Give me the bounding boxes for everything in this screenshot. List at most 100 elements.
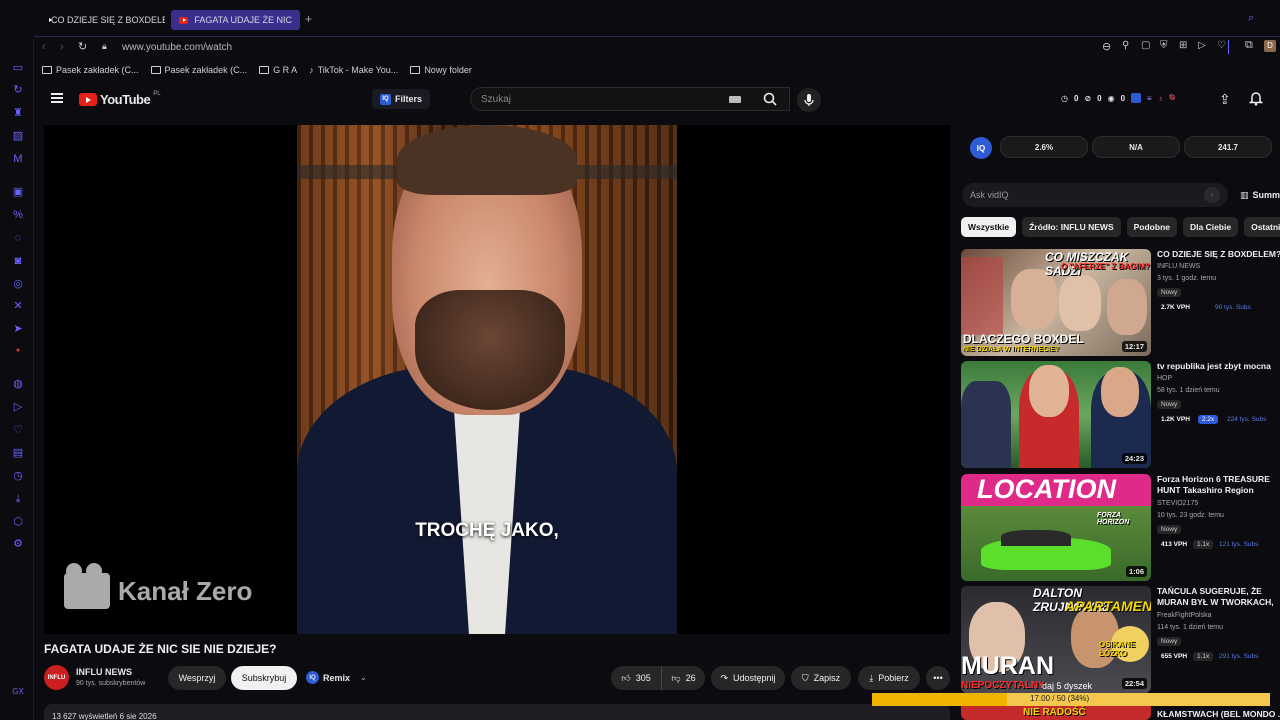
vidiq-logo[interactable]: IQ bbox=[970, 137, 992, 159]
list-icon[interactable]: ≡ bbox=[1147, 94, 1152, 103]
mail-icon[interactable]: M bbox=[12, 153, 24, 165]
chip-recent[interactable]: Ostatnio bbox=[1244, 217, 1280, 237]
keyboard-icon[interactable] bbox=[729, 96, 741, 103]
image-icon[interactable]: ▨ bbox=[12, 130, 24, 142]
send-arrow-icon[interactable]: › bbox=[1204, 187, 1220, 203]
channel-name[interactable]: INFLU NEWS bbox=[76, 667, 132, 677]
support-label: Wesprzyj bbox=[178, 673, 216, 683]
dislike-button[interactable]: 👎︎ 26 bbox=[661, 666, 705, 690]
player-icon[interactable]: ▷ bbox=[12, 401, 24, 413]
recommendation-item[interactable]: DALTON ZRUJNOWAŁ APARTAMENT? OSIKANE ŁÓŻ… bbox=[961, 586, 1280, 693]
telegram-icon[interactable]: ➤ bbox=[12, 323, 24, 335]
remix-button[interactable]: IQ Remix ⌄ bbox=[306, 671, 367, 684]
aria-icon[interactable]: ♜ bbox=[12, 107, 24, 119]
bookmark-item[interactable]: Nowy folder bbox=[410, 65, 472, 75]
support-button[interactable]: Wesprzyj bbox=[168, 666, 226, 690]
video-thumbnail[interactable]: CO MISZCZAK SADZI O "AFERZE" Z BAGIM? DL… bbox=[961, 249, 1151, 356]
tab-1[interactable]: CO DZIEJE SIĘ Z BOXDELEM bbox=[37, 10, 165, 30]
download-sidebar-icon[interactable]: ⤓ bbox=[12, 493, 24, 505]
shield-icon[interactable]: ⛨ bbox=[1160, 40, 1168, 51]
channel-avatar[interactable]: INFLU bbox=[44, 665, 69, 690]
chip-similar[interactable]: Podobne bbox=[1126, 217, 1177, 237]
rec-title[interactable]: KŁAMSTWACH (BEL MONDO ... bbox=[1157, 709, 1280, 720]
back-icon[interactable]: ‹ bbox=[42, 41, 46, 53]
extensions-puzzle-icon[interactable]: ⧉ bbox=[1245, 39, 1253, 52]
notifications-bell-icon[interactable] bbox=[1248, 90, 1264, 111]
subscribe-button[interactable]: Subskrybuj bbox=[231, 666, 297, 690]
youtube-sidebar-icon[interactable]: ● bbox=[12, 345, 24, 357]
alert-icon[interactable]: ♁ bbox=[1158, 94, 1164, 103]
summary-button[interactable]: ▥ Summ bbox=[1240, 183, 1280, 207]
pin-icon[interactable]: ⚲ bbox=[1122, 40, 1129, 51]
chip-for-you[interactable]: Dla Ciebie bbox=[1182, 217, 1239, 237]
snapshot-icon[interactable]: ▢ bbox=[1141, 40, 1150, 51]
description-box[interactable]: 13 627 wyświetleń 6 sie 2026 bbox=[44, 704, 950, 720]
voice-search-button[interactable] bbox=[797, 88, 821, 112]
twitch-icon[interactable]: ▣ bbox=[12, 186, 24, 198]
recommendation-item[interactable]: LOCATION FORZA HORIZON 1:06 Forza Horizo… bbox=[961, 474, 1280, 581]
video-thumbnail[interactable]: LOCATION FORZA HORIZON 1:06 bbox=[961, 474, 1151, 581]
rec-title[interactable]: tv republika jest zbyt mocna bbox=[1157, 361, 1280, 372]
menu-hamburger-icon[interactable] bbox=[51, 93, 63, 103]
history-icon[interactable]: ◷ bbox=[12, 470, 24, 482]
my-flow-heart-icon[interactable]: ♡ bbox=[1217, 40, 1226, 51]
bookmark-item[interactable]: Pasek zakładek (C... bbox=[42, 65, 139, 75]
forward-icon[interactable]: › bbox=[60, 41, 64, 53]
share-button[interactable]: ↷ Udostępnij bbox=[711, 666, 785, 690]
rec-channel[interactable]: HOP bbox=[1157, 375, 1172, 382]
rec-channel[interactable]: FreakFightPolska bbox=[1157, 612, 1211, 619]
download-button[interactable]: ⤓ Pobierz bbox=[858, 666, 920, 690]
extensions-sidebar-icon[interactable]: ⬡ bbox=[12, 516, 24, 528]
more-actions-button[interactable]: ••• bbox=[926, 666, 950, 690]
rec-title[interactable]: Forza Horizon 6 TREASURE HUNT Takashiro … bbox=[1157, 474, 1280, 496]
messages-icon[interactable]: ▭ bbox=[12, 62, 24, 74]
rec-title[interactable]: CO DZIEJE SIĘ Z BOXDELEM? bbox=[1157, 249, 1280, 260]
video-thumbnail[interactable]: 24:23 bbox=[961, 361, 1151, 468]
url-field[interactable]: www.youtube.com/watch bbox=[122, 42, 232, 53]
save-button[interactable]: ⛉ Zapisz bbox=[791, 666, 851, 690]
rec-channel[interactable]: INFLU NEWS bbox=[1157, 263, 1200, 270]
recommendation-item[interactable]: CO MISZCZAK SADZI O "AFERZE" Z BAGIM? DL… bbox=[961, 249, 1280, 356]
refresh-icon[interactable]: ↻ bbox=[12, 84, 24, 96]
bookmark-item[interactable]: Pasek zakładek (C... bbox=[150, 65, 247, 75]
new-tab-plus-icon[interactable]: + bbox=[305, 12, 312, 26]
discord-icon[interactable]: ◙ bbox=[12, 255, 24, 267]
heart-icon[interactable]: ♡ bbox=[12, 424, 24, 436]
profile-avatar[interactable]: D bbox=[1264, 40, 1276, 52]
video-player[interactable]: TROCHĘ JAKO, Kanał Zero bbox=[44, 125, 950, 634]
video-thumbnail[interactable]: DALTON ZRUJNOWAŁ APARTAMENT? OSIKANE ŁÓŻ… bbox=[961, 586, 1151, 693]
spotify-icon[interactable]: ◍ bbox=[12, 378, 24, 390]
chevron-down-icon[interactable]: ⌄ bbox=[360, 673, 367, 682]
rec-title[interactable]: TAŃCULA SUGERUJE, ŻE MURAN BYŁ W TWORKAC… bbox=[1157, 586, 1280, 608]
x-twitter-icon[interactable]: ✕ bbox=[12, 300, 24, 312]
settings-icon[interactable]: ⚙ bbox=[12, 538, 24, 550]
chip-all[interactable]: Wszystkie bbox=[961, 217, 1017, 237]
rec-channel[interactable]: STEVIO2175 bbox=[1157, 500, 1198, 507]
vidiq-square-icon[interactable] bbox=[1131, 93, 1142, 103]
easy-files-icon[interactable]: ⊞ bbox=[1179, 40, 1187, 51]
gx-icon[interactable]: GX bbox=[12, 686, 24, 698]
instagram-icon[interactable]: ◎ bbox=[12, 278, 24, 290]
search-input[interactable]: Szukaj bbox=[470, 87, 790, 111]
filters-button[interactable]: IQ Filters bbox=[372, 89, 431, 109]
reload-icon[interactable]: ↻ bbox=[78, 40, 87, 53]
percent-icon[interactable]: % bbox=[12, 209, 24, 221]
tab-2-active[interactable]: FAGATA UDAJE ŻE NIC bbox=[171, 10, 300, 30]
vph-value: 413 VPH bbox=[1161, 541, 1188, 548]
upload-icon[interactable]: ⇪ bbox=[1219, 91, 1231, 108]
zoom-icon[interactable]: ⊖ bbox=[1102, 40, 1111, 53]
video-popout-icon[interactable]: ▷ bbox=[1198, 40, 1206, 51]
search-button[interactable] bbox=[752, 87, 788, 111]
recommendation-item[interactable]: 24:23 tv republika jest zbyt mocna HOP 5… bbox=[961, 361, 1280, 468]
search-tabs-icon[interactable]: ⌕ bbox=[1248, 12, 1254, 25]
ask-vidiq-input[interactable]: Ask vidIQ › bbox=[962, 183, 1228, 207]
chip-source[interactable]: Źródło: INFLU NEWS bbox=[1022, 217, 1121, 237]
messenger-icon[interactable]: ◌ bbox=[12, 232, 24, 244]
stat-na: N/A bbox=[1092, 136, 1180, 158]
wallet-icon[interactable]: ▤ bbox=[12, 447, 24, 459]
bookmark-item[interactable]: G R A bbox=[259, 65, 297, 75]
like-button[interactable]: 👍︎ 305 bbox=[611, 666, 661, 690]
bookmark-item[interactable]: ♪ TikTok - Make You... bbox=[309, 65, 398, 75]
youtube-logo[interactable]: YouTube PL bbox=[79, 91, 161, 107]
notification-off-icon[interactable]: ⍉ bbox=[1170, 93, 1175, 103]
